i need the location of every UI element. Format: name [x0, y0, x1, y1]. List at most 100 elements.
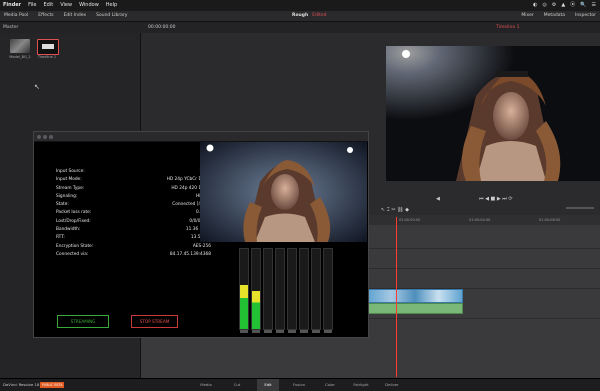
audio-meter-channel	[299, 248, 309, 333]
audio-clip[interactable]	[367, 303, 463, 314]
viewer-frame-image	[386, 46, 600, 181]
clip-label: Model_BG_2	[9, 55, 31, 59]
ruler-mark: 01:00:00:00	[399, 218, 421, 222]
stream-preview-image	[200, 142, 367, 242]
audio-meter-channel	[239, 248, 249, 333]
search-icon[interactable]: 🔍	[580, 0, 586, 11]
stream-info-row: Stream Type: HD 24p 420 10-bit	[56, 185, 211, 193]
gear-icon[interactable]: ⚙	[552, 0, 556, 11]
stream-info-key: Input Source:	[56, 169, 85, 174]
stream-info-value: AES-256	[192, 243, 211, 249]
meter-cap	[312, 330, 320, 333]
page-tab-media[interactable]: Media	[195, 379, 217, 391]
menu-view[interactable]: View	[60, 0, 72, 11]
stream-info-row: RTT:13.57 ms	[56, 234, 211, 242]
status-icon-2[interactable]: ◎	[543, 0, 547, 11]
audio-meter-channel	[311, 248, 321, 333]
control-center-icon[interactable]: ☰	[592, 0, 596, 11]
mouse-cursor: ↖	[34, 83, 40, 91]
stream-window-titlebar[interactable]	[34, 132, 368, 142]
audio-meter-channel	[263, 248, 273, 333]
meter-level	[252, 291, 260, 329]
inspector-button[interactable]: Inspector	[575, 11, 596, 21]
page-tab-fusion[interactable]: Fusion	[288, 379, 310, 391]
stream-info-row: Bandwidth: 11.36 Mbps	[56, 226, 211, 234]
timeline-ruler[interactable]: 01:00:00:00 01:00:04:00 01:00:08:00	[369, 215, 600, 225]
menu-window[interactable]: Window	[79, 0, 99, 11]
sound-library-button[interactable]: Sound Library	[96, 11, 127, 21]
page-tab-edit[interactable]: Edit	[257, 379, 279, 391]
stream-info-key: Signaling:	[56, 193, 78, 199]
page-tab-deliver[interactable]: Deliver	[381, 379, 403, 391]
meter-level	[240, 285, 248, 329]
stream-info-row: Lost/Drop/Fixed:0/0/0 pkts	[56, 218, 211, 226]
stream-info-key: Input Mode:	[56, 177, 82, 183]
bin-master-label: Master	[3, 25, 19, 30]
menu-finder[interactable]: Finder	[3, 0, 21, 11]
track-divider	[369, 248, 600, 249]
effects-button[interactable]: Effects	[38, 11, 53, 21]
stream-info-key: Connected via:	[56, 251, 89, 257]
page-tab-fairlight[interactable]: Fairlight	[350, 379, 372, 391]
stop-stream-button[interactable]: STOP STREAM	[131, 315, 178, 328]
mac-menu-bar: Finder File Edit View Window Help ◐ ◎ ⚙ …	[0, 0, 600, 11]
meter-cap	[300, 330, 308, 333]
minimize-window-dot[interactable]	[43, 134, 47, 139]
edited-status: Edited	[312, 13, 327, 18]
meter-cap	[288, 330, 296, 333]
playhead[interactable]	[396, 217, 397, 377]
project-name: Rough	[292, 13, 309, 18]
metadata-button[interactable]: Metadata	[544, 11, 565, 21]
menu-help[interactable]: Help	[106, 0, 117, 11]
page-tab-cut[interactable]: Cut	[226, 379, 248, 391]
meter-cap	[276, 330, 284, 333]
stream-info-key: Lost/Drop/Fixed:	[56, 218, 91, 224]
stream-info-row: Connected via: 84.17.45.139:4368	[56, 251, 211, 259]
timeline-viewer[interactable]	[386, 46, 600, 181]
source-timecode: 00:00:00:00	[148, 25, 176, 30]
stream-info-key: RTT:	[56, 235, 65, 241]
edit-index-button[interactable]: Edit Index	[64, 11, 87, 21]
video-clip[interactable]	[367, 289, 463, 303]
track-divider	[369, 318, 600, 319]
media-pool-button[interactable]: Media Pool	[4, 11, 28, 21]
transport-controls[interactable]: ⏮ ◀ ■ ▶ ⏭ ⟳	[479, 196, 513, 202]
track-divider	[369, 268, 600, 269]
status-icon-4[interactable]: ▲	[561, 0, 565, 11]
meter-cap	[264, 330, 272, 333]
stream-info-key: State:	[56, 202, 69, 208]
beta-badge: PUBLIC BETA	[40, 382, 65, 388]
stream-info-row: Signaling:HDR10	[56, 193, 211, 201]
timeline-name[interactable]: Timeline 1	[496, 22, 519, 33]
zoom-slider[interactable]	[566, 207, 594, 209]
menu-edit[interactable]: Edit	[44, 0, 54, 11]
edit-tools[interactable]: ↖ ⌶ ✂ ⛓ ◆	[381, 207, 409, 213]
stream-info-key: Stream Type:	[56, 185, 85, 191]
meter-cap	[252, 330, 260, 333]
page-tab-color[interactable]: Color	[319, 379, 341, 391]
resolve-toolbar: Media Pool Effects Edit Index Sound Libr…	[0, 11, 600, 22]
status-icon-5[interactable]: ⦿	[570, 0, 575, 11]
stream-info-row: Encryption State: AES-256	[56, 243, 211, 251]
prev-frame-icon[interactable]: ◀	[436, 197, 441, 202]
audio-meter-channel	[275, 248, 285, 333]
menu-file[interactable]: File	[28, 0, 36, 11]
stream-info-row: State: Connected [4368]	[56, 201, 211, 209]
audio-meter-channel	[251, 248, 261, 333]
page-navigation-bar: DaVinci Resolve 18 PUBLIC BETA Media Cut E…	[0, 378, 600, 391]
stream-info-row: Input Mode: HD 24p YCbCr 10-bit	[56, 176, 211, 184]
timeline-thumbnail[interactable]	[37, 39, 59, 55]
status-icon-1[interactable]: ◐	[533, 0, 537, 11]
streaming-button[interactable]: STREAMING	[57, 315, 109, 328]
stream-info-row: Input Source:SDI 2	[56, 168, 211, 176]
audio-meter-channel	[323, 248, 333, 333]
meter-cap	[240, 330, 248, 333]
zoom-window-dot[interactable]	[49, 134, 53, 139]
ruler-mark: 01:00:08:00	[539, 218, 561, 222]
clip-thumbnail[interactable]	[10, 39, 30, 53]
streaming-window: Input Source:SDI 2Input Mode:HD 24p YCbC…	[33, 131, 369, 338]
close-window-dot[interactable]	[37, 134, 41, 139]
stream-info-key: Bandwidth:	[56, 227, 81, 233]
mixer-button[interactable]: Mixer	[521, 11, 533, 21]
app-name: DaVinci Resolve 18	[3, 382, 40, 387]
